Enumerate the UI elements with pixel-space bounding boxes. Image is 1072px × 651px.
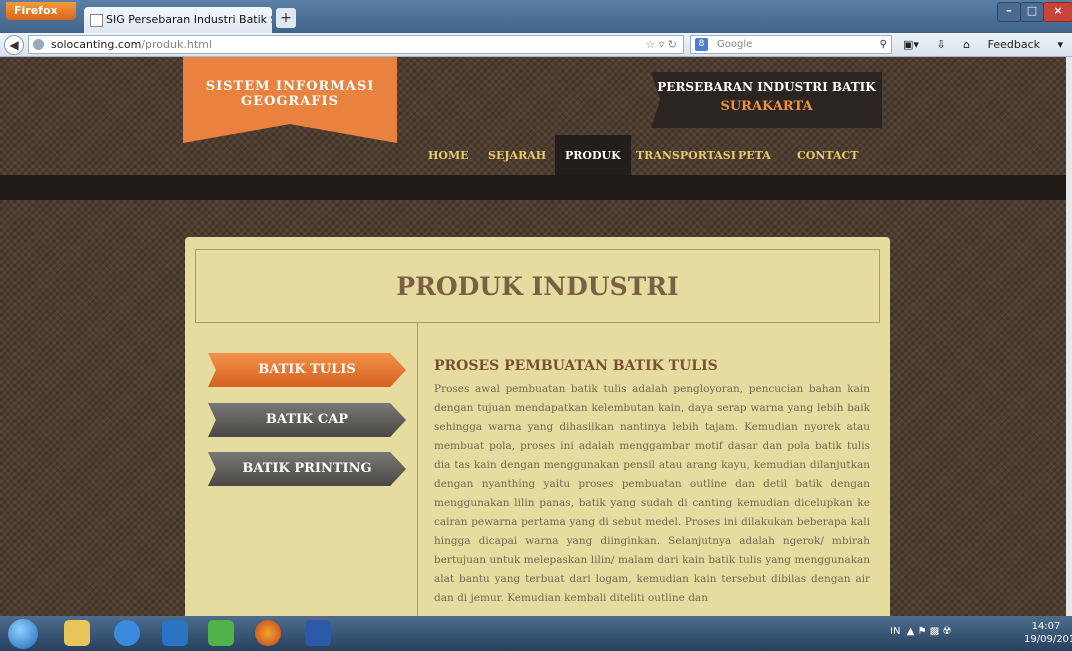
firefox-icon[interactable] [255,620,281,646]
navigation-toolbar: ◀ solocanting.com/produk.html ☆ ▿ ↻ 8 Go… [0,33,1072,57]
search-icon[interactable]: ⚲ [880,36,887,53]
internet-explorer-icon[interactable] [114,620,140,646]
back-arrow-icon[interactable]: ◀ [4,35,24,55]
site-title-line1: PERSEBARAN INDUSTRI BATIK [657,80,876,94]
feedback-button[interactable]: Feedback ▾ [988,38,1063,51]
category-batik-cap-button[interactable]: BATIK CAP [208,403,406,437]
bookmarks-menu-icon[interactable]: ▣▾ [903,38,919,51]
media-player-icon[interactable] [162,620,188,646]
page-icon [90,14,103,27]
product-panel: PRODUK INDUSTRI BATIK TULIS BATIK CAP BA… [185,237,890,616]
web-page: SISTEM INFORMASI GEOGRAFIS PERSEBARAN IN… [0,57,1066,616]
language-indicator[interactable]: IN [890,626,900,637]
page-title: PRODUK INDUSTRI [396,272,679,301]
nav-transportasi[interactable]: TRANSPORTASI [636,135,736,175]
minimize-button[interactable]: – [997,2,1021,22]
site-title-box: PERSEBARAN INDUSTRI BATIK SURAKARTA [651,72,882,128]
app-green-icon[interactable] [208,620,234,646]
browser-tab[interactable]: SIG Persebaran Industri Batik Surakarta [84,7,272,33]
column-divider [417,323,418,616]
page-scrollbar[interactable] [1066,57,1072,616]
globe-icon [33,39,44,50]
url-path: /produk.html [141,38,212,51]
new-tab-button[interactable]: + [276,8,296,28]
search-placeholder: Google [717,39,753,50]
system-tray: IN ▲ ⚑ ▩ ☢ [890,626,952,637]
site-ribbon: SISTEM INFORMASI GEOGRAFIS [183,57,397,143]
download-icon[interactable]: ⇩ [936,38,945,51]
nav-sejarah[interactable]: SEJARAH [488,135,546,175]
address-bar[interactable]: solocanting.com/produk.html ☆ ▿ ↻ [28,35,684,54]
header-band [0,175,1066,200]
close-button[interactable]: × [1043,2,1072,22]
search-box[interactable]: 8 Google ⚲ [690,35,892,54]
site-title-line2: SURAKARTA [720,99,813,114]
nav-produk[interactable]: PRODUK [555,135,631,175]
content-text: Proses awal pembuatan batik tulis adalah… [434,383,870,604]
panel-header: PRODUK INDUSTRI [195,249,880,323]
clock-time: 14:07 [1031,621,1061,632]
ribbon-text: SISTEM INFORMASI GEOGRAFIS [205,79,375,109]
clock[interactable]: 14:07 19/09/2013 [1024,620,1072,646]
clock-date: 19/09/2013 [1024,634,1072,645]
explorer-icon[interactable] [64,620,90,646]
feedback-label: Feedback [987,38,1041,51]
windows-taskbar: IN ▲ ⚑ ▩ ☢ 14:07 19/09/2013 [0,616,1072,651]
nav-peta[interactable]: PETA [738,135,771,175]
category-batik-tulis-button[interactable]: BATIK TULIS [208,353,406,387]
nav-home[interactable]: HOME [428,135,469,175]
nav-contact[interactable]: CONTACT [797,135,858,175]
category-batik-printing-button[interactable]: BATIK PRINTING [208,452,406,486]
url-domain: solocanting.com [51,38,142,51]
tab-title: SIG Persebaran Industri Batik Surakarta [106,13,272,26]
content-title: PROSES PEMBUATAN BATIK TULIS [434,358,718,374]
start-button-icon[interactable] [8,619,38,649]
maximize-button[interactable]: □ [1020,2,1044,22]
home-icon[interactable]: ⌂ [963,38,970,51]
toolbar-icons: ▣▾ ⇩ ⌂ Feedback ▾ [903,35,1072,54]
browser-titlebar: Firefox SIG Persebaran Industri Batik Su… [0,0,1072,33]
bookmark-star-icon[interactable]: ☆ ▿ ↻ [645,36,677,53]
google-icon[interactable]: 8 [695,38,708,51]
firefox-menu-button[interactable]: Firefox [6,2,76,20]
word-icon[interactable] [305,620,331,646]
